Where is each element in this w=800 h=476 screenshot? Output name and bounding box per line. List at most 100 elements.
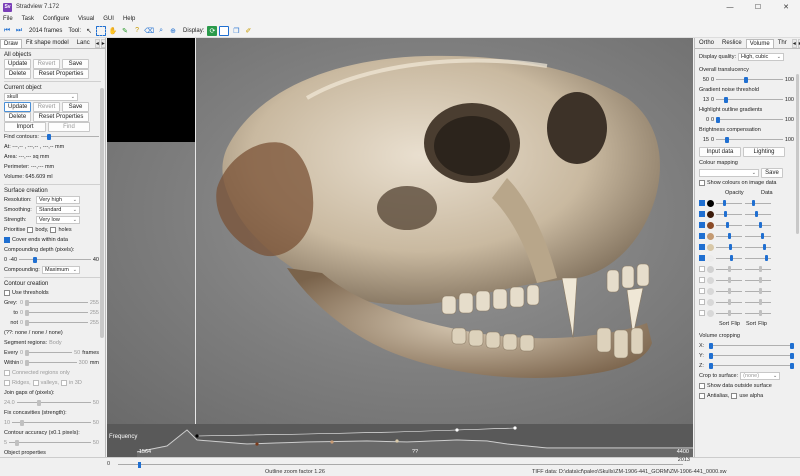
colour-swatch[interactable] [707, 298, 714, 306]
colour-enable-checkbox[interactable] [699, 299, 705, 305]
flip-opacity-button[interactable]: Flip [731, 321, 740, 327]
connected-regions-checkbox[interactable] [4, 369, 10, 376]
use-thresholds-checkbox[interactable] [4, 289, 10, 296]
colour-swatch[interactable] [707, 243, 714, 251]
tab-volume[interactable]: Volume [745, 39, 774, 48]
tab-reslice[interactable]: Reslice [718, 38, 746, 48]
refresh-display-icon[interactable]: ⟳ [207, 25, 218, 36]
colour-swatch[interactable] [707, 265, 714, 273]
colour-opacity-slider[interactable] [716, 211, 742, 217]
strength-select[interactable]: Very low ⌄ [36, 215, 80, 224]
colour-enable-checkbox[interactable] [699, 288, 705, 294]
crop-to-surface-select[interactable]: (none) ⌄ [740, 371, 781, 380]
colour-opacity-slider[interactable] [716, 244, 742, 250]
colour-swatch[interactable] [707, 287, 714, 295]
measure-tool-icon[interactable]: ? [132, 26, 142, 36]
within-slider[interactable] [25, 359, 77, 366]
smoothing-select[interactable]: Standard ⌄ [36, 205, 80, 214]
pointer-tool-icon[interactable]: ↖ [84, 26, 94, 36]
all-delete-button[interactable]: Delete [4, 68, 31, 79]
colour-opacity-slider[interactable] [716, 233, 742, 239]
compounding-depth-slider[interactable] [19, 256, 91, 263]
translucency-slider[interactable] [716, 76, 783, 83]
all-update-button[interactable]: Update [4, 58, 31, 69]
resolution-select[interactable]: Very high ⌄ [36, 195, 80, 204]
pencil-tool-icon[interactable]: ✎ [120, 26, 130, 36]
highlight-outline-slider[interactable] [716, 116, 783, 123]
colour-enable-checkbox[interactable] [699, 244, 705, 250]
import-button[interactable]: Import [4, 121, 46, 132]
colour-enable-checkbox[interactable] [699, 211, 705, 217]
fix-concavities-slider[interactable] [12, 419, 91, 426]
colour-enable-checkbox[interactable] [699, 255, 705, 261]
in3d-checkbox[interactable] [61, 379, 67, 386]
show-colours-checkbox[interactable] [699, 179, 705, 186]
colour-enable-checkbox[interactable] [699, 310, 705, 316]
menu-visual[interactable]: Visual [78, 16, 94, 22]
right-panel-scrollbar[interactable] [796, 74, 799, 234]
colour-opacity-slider[interactable] [716, 255, 742, 261]
tab-ortho[interactable]: Ortho [695, 38, 718, 48]
3d-viewport[interactable] [107, 38, 693, 424]
current-revert-button[interactable]: Revert [33, 101, 60, 112]
maximize-button[interactable]: ☐ [744, 0, 772, 14]
tab-landmarks[interactable]: Lanc [73, 38, 94, 48]
intensity-histogram[interactable]: Frequency -1564 ?? 4400 [107, 424, 693, 457]
colour-swatch[interactable] [707, 210, 714, 218]
colour-enable-checkbox[interactable] [699, 277, 705, 283]
colour-swatch[interactable] [707, 221, 714, 229]
current-delete-button[interactable]: Delete [4, 111, 31, 122]
not-slider[interactable] [25, 319, 88, 326]
colour-enable-checkbox[interactable] [699, 266, 705, 272]
lighting-button[interactable]: Lighting [743, 146, 785, 157]
blank-display-icon[interactable] [219, 25, 230, 36]
colour-swatch[interactable] [707, 199, 714, 207]
colour-data-slider[interactable] [745, 266, 771, 272]
minimize-button[interactable]: — [716, 0, 744, 14]
to-slider[interactable] [25, 309, 88, 316]
segment-regions-value[interactable]: Body [49, 340, 62, 346]
select-box-tool-icon[interactable] [96, 25, 107, 36]
body-checkbox[interactable] [27, 226, 34, 233]
first-frame-icon[interactable]: ⏮ [2, 26, 12, 36]
current-update-button[interactable]: Update [4, 101, 31, 112]
contour-accuracy-slider[interactable] [9, 439, 91, 446]
zoom-tool-icon[interactable]: ⌕ [156, 26, 166, 36]
colour-data-slider[interactable] [745, 299, 771, 305]
colour-opacity-slider[interactable] [716, 222, 742, 228]
colour-data-slider[interactable] [745, 233, 771, 239]
colour-data-slider[interactable] [745, 277, 771, 283]
brightness-slider[interactable] [716, 136, 783, 143]
colour-opacity-slider[interactable] [716, 310, 742, 316]
holes-checkbox[interactable] [50, 226, 57, 233]
tab-scroll-left-icon[interactable]: ◂ [791, 39, 797, 48]
colour-opacity-slider[interactable] [716, 266, 742, 272]
use-alpha-checkbox[interactable] [731, 392, 738, 399]
tab-threshold[interactable]: Thr [774, 38, 791, 48]
magnify-tool-icon[interactable]: ⊕ [168, 26, 178, 36]
current-save-button[interactable]: Save [62, 101, 89, 112]
colour-data-slider[interactable] [745, 310, 771, 316]
display-quality-select[interactable]: High, cubic ⌄ [738, 52, 784, 61]
edit-display-icon[interactable]: ✐ [243, 26, 253, 36]
eraser-tool-icon[interactable]: ⌫ [144, 26, 154, 36]
crop-y-slider[interactable] [709, 352, 794, 359]
tab-draw[interactable]: Draw [0, 39, 23, 48]
menu-task[interactable]: Task [22, 16, 34, 22]
tab-fit-shape-model[interactable]: Fit shape model [22, 38, 73, 48]
menu-configure[interactable]: Configure [43, 16, 69, 22]
ridges-checkbox[interactable] [4, 379, 10, 386]
gradient-noise-slider[interactable] [716, 96, 783, 103]
all-save-button[interactable]: Save [62, 58, 89, 69]
colour-enable-checkbox[interactable] [699, 222, 705, 228]
crop-z-slider[interactable] [709, 362, 794, 369]
menu-help[interactable]: Help [123, 16, 135, 22]
colour-swatch[interactable] [707, 276, 714, 284]
colour-swatch[interactable] [707, 309, 714, 317]
colour-opacity-slider[interactable] [716, 299, 742, 305]
grey-slider[interactable] [25, 299, 88, 306]
colour-enable-checkbox[interactable] [699, 200, 705, 206]
input-data-button[interactable]: Input data [699, 146, 741, 157]
sort-opacity-button[interactable]: Sort [719, 321, 729, 327]
colour-data-slider[interactable] [745, 255, 771, 261]
